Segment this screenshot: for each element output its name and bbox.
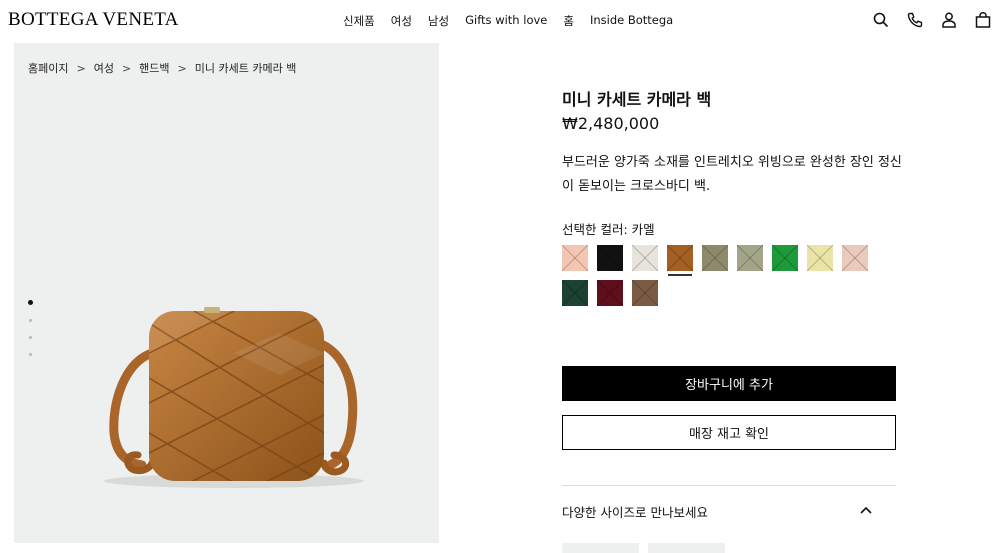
color-swatch-chalk[interactable]: [632, 245, 658, 271]
product-description: 부드러운 양가죽 소재를 인트레치오 위빙으로 완성한 장인 정신이 돋보이는 …: [562, 155, 902, 194]
divider: [562, 485, 896, 486]
add-to-cart-button[interactable]: 장바구니에 추가: [562, 366, 896, 401]
breadcrumb-separator: >: [177, 62, 187, 75]
size-options-accordion[interactable]: 다양한 사이즈로 만나보세요: [562, 500, 896, 522]
gallery-dot-1[interactable]: [27, 300, 33, 305]
bag-icon[interactable]: [974, 11, 992, 29]
breadcrumb-separator: >: [121, 62, 132, 75]
gallery-pagination: [27, 300, 33, 370]
color-swatch-olive-taupe[interactable]: [702, 245, 728, 271]
product-title: 미니 카세트 카메라 백: [562, 90, 712, 109]
breadcrumb-home[interactable]: 홈페이지: [28, 62, 68, 75]
nav-item-inside-bottega[interactable]: Inside Bottega: [590, 13, 673, 29]
nav-item-women[interactable]: 여성: [391, 13, 412, 29]
size-thumbnail[interactable]: [562, 543, 639, 553]
product-price: ₩2,480,000: [562, 114, 660, 133]
product-image: [104, 307, 364, 488]
color-swatch-dark-green[interactable]: [562, 280, 588, 306]
color-swatch-camel[interactable]: [667, 245, 693, 276]
gallery-dot-2[interactable]: [28, 319, 32, 322]
color-swatch-burgundy[interactable]: [597, 280, 623, 306]
product-image-panel[interactable]: 홈페이지 > 여성 > 핸드백 > 미니 카세트 카메라 백: [14, 43, 439, 543]
header-icons: [872, 11, 992, 29]
color-swatch-black[interactable]: [597, 245, 623, 271]
search-icon[interactable]: [872, 11, 890, 29]
breadcrumb-current: 미니 카세트 카메라 백: [194, 62, 297, 75]
check-store-stock-button[interactable]: 매장 재고 확인: [562, 415, 896, 450]
main-nav: 신제품 여성 남성 Gifts with love 홈 Inside Botte…: [343, 13, 689, 29]
nav-item-men[interactable]: 남성: [428, 13, 449, 29]
brand-logo[interactable]: BOTTEGA VENETA: [8, 9, 179, 31]
color-swatch-butter[interactable]: [807, 245, 833, 271]
nav-item-new[interactable]: 신제품: [343, 13, 375, 29]
color-swatch-peach[interactable]: [562, 245, 588, 271]
size-thumbnail[interactable]: [648, 543, 725, 553]
selected-color-label: 선택한 컬러: 카멜: [562, 222, 655, 237]
breadcrumb: 홈페이지 > 여성 > 핸드백 > 미니 카세트 카메라 백: [28, 60, 296, 76]
size-options-label: 다양한 사이즈로 만나보세요: [562, 505, 708, 520]
account-icon[interactable]: [940, 11, 958, 29]
color-swatches: [562, 245, 882, 306]
color-swatch-sage[interactable]: [737, 245, 763, 271]
breadcrumb-handbags[interactable]: 핸드백: [139, 62, 169, 75]
phone-icon[interactable]: [906, 11, 924, 29]
nav-item-gifts[interactable]: Gifts with love: [465, 13, 547, 29]
breadcrumb-separator: >: [76, 62, 86, 75]
gallery-dot-3[interactable]: [28, 336, 32, 339]
breadcrumb-women[interactable]: 여성: [94, 62, 114, 75]
color-swatch-brown[interactable]: [632, 280, 658, 306]
gallery-dot-4[interactable]: [28, 353, 32, 356]
chevron-up-icon[interactable]: [858, 502, 874, 518]
nav-item-home[interactable]: 홈: [563, 13, 574, 29]
color-swatch-blush[interactable]: [842, 245, 868, 271]
site-header: BOTTEGA VENETA 신제품 여성 남성 Gifts with love…: [0, 0, 1000, 42]
color-swatch-green[interactable]: [772, 245, 798, 271]
